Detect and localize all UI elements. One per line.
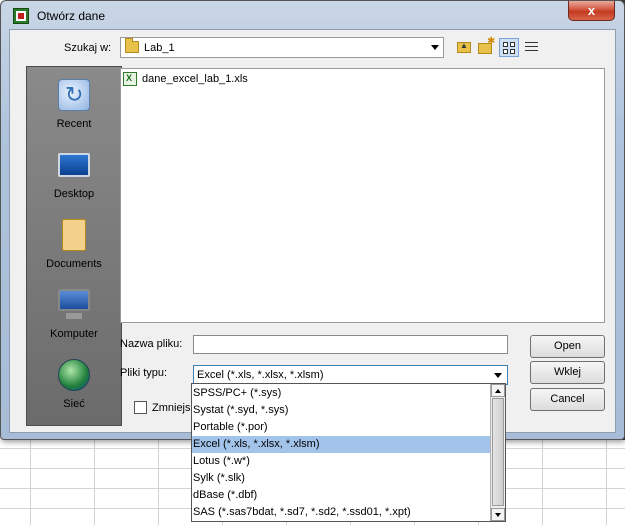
places-bar: Recent Desktop Documents Komputer Sieć (26, 66, 122, 426)
file-list[interactable]: dane_excel_lab_1.xls (120, 68, 605, 323)
place-network[interactable]: Sieć (27, 351, 121, 421)
dropdown-option[interactable]: Portable (*.por) (192, 419, 490, 436)
dropdown-option-selected[interactable]: Excel (*.xls, *.xlsx, *.xlsm) (192, 436, 490, 453)
computer-icon (58, 289, 90, 319)
file-name-label: Nazwa pliku: (120, 338, 183, 350)
network-icon (58, 359, 90, 391)
dropdown-option[interactable]: Lotus (*.w*) (192, 453, 490, 470)
dialog-client-area: Szukaj w: Lab_1 Recent (9, 29, 616, 433)
file-type-options-list[interactable]: SPSS/PC+ (*.sys) Systat (*.syd, *.sys) P… (191, 383, 506, 522)
place-label: Sieć (63, 398, 85, 410)
look-in-label: Szukaj w: (64, 42, 112, 54)
chevron-down-icon[interactable] (494, 373, 502, 378)
desktop-icon (58, 153, 90, 177)
details-view-icon (525, 41, 538, 53)
scroll-down-icon[interactable] (491, 508, 505, 521)
place-documents[interactable]: Documents (27, 211, 121, 281)
title-bar[interactable]: Otwórz dane x (1, 1, 624, 29)
scroll-up-icon[interactable] (491, 384, 505, 397)
shrink-checkbox[interactable] (134, 401, 147, 414)
place-recent[interactable]: Recent (27, 71, 121, 141)
dropdown-scrollbar[interactable] (490, 384, 505, 521)
file-name: dane_excel_lab_1.xls (142, 73, 248, 85)
place-label: Komputer (50, 328, 98, 340)
recent-icon (58, 79, 90, 111)
up-folder-button[interactable] (454, 38, 474, 57)
place-desktop[interactable]: Desktop (27, 141, 121, 211)
details-view-button[interactable] (522, 38, 542, 57)
documents-icon (62, 219, 86, 251)
place-label: Desktop (53, 188, 95, 200)
folder-icon (125, 38, 139, 53)
shrink-label: Zmniejsz (152, 402, 197, 414)
new-folder-icon (478, 36, 495, 54)
excel-file-icon (123, 72, 137, 86)
open-data-dialog: Otwórz dane x Szukaj w: Lab_1 ▲ ✱ ↻ Rece… (0, 0, 625, 440)
app-icon (13, 8, 29, 24)
new-folder-button[interactable] (476, 36, 496, 57)
dropdown-option[interactable]: dBase (*.dbf) (192, 487, 490, 504)
dropdown-option[interactable]: SAS (*.sas7bdat, *.sd7, *.sd2, *.ssd01, … (192, 504, 490, 521)
place-label: Documents (46, 258, 102, 270)
close-button[interactable]: x (568, 1, 615, 21)
list-view-button[interactable] (499, 38, 519, 57)
file-type-value: Excel (*.xls, *.xlsx, *.xlsm) (197, 369, 324, 381)
dropdown-option[interactable]: Systat (*.syd, *.sys) (192, 402, 490, 419)
chevron-down-icon[interactable] (431, 45, 439, 50)
look-in-dropdown[interactable]: Lab_1 (120, 37, 444, 58)
list-view-icon (503, 42, 516, 54)
cancel-button[interactable]: Cancel (530, 388, 605, 411)
place-label: Recent (56, 118, 92, 130)
file-name-input[interactable] (193, 335, 508, 354)
place-computer[interactable]: Komputer (27, 281, 121, 351)
window-title: Otwórz dane (37, 9, 106, 23)
open-button[interactable]: Open (530, 335, 605, 358)
dropdown-option[interactable]: SPSS/PC+ (*.sys) (192, 385, 490, 402)
up-folder-icon (457, 41, 471, 53)
file-type-label: Pliki typu: (120, 367, 168, 379)
look-in-value: Lab_1 (144, 42, 175, 54)
file-type-dropdown[interactable]: Excel (*.xls, *.xlsx, *.xlsm) (193, 365, 508, 385)
paste-button[interactable]: Wklej (530, 361, 605, 384)
scroll-thumb[interactable] (492, 398, 504, 506)
dropdown-option[interactable]: Sylk (*.slk) (192, 470, 490, 487)
